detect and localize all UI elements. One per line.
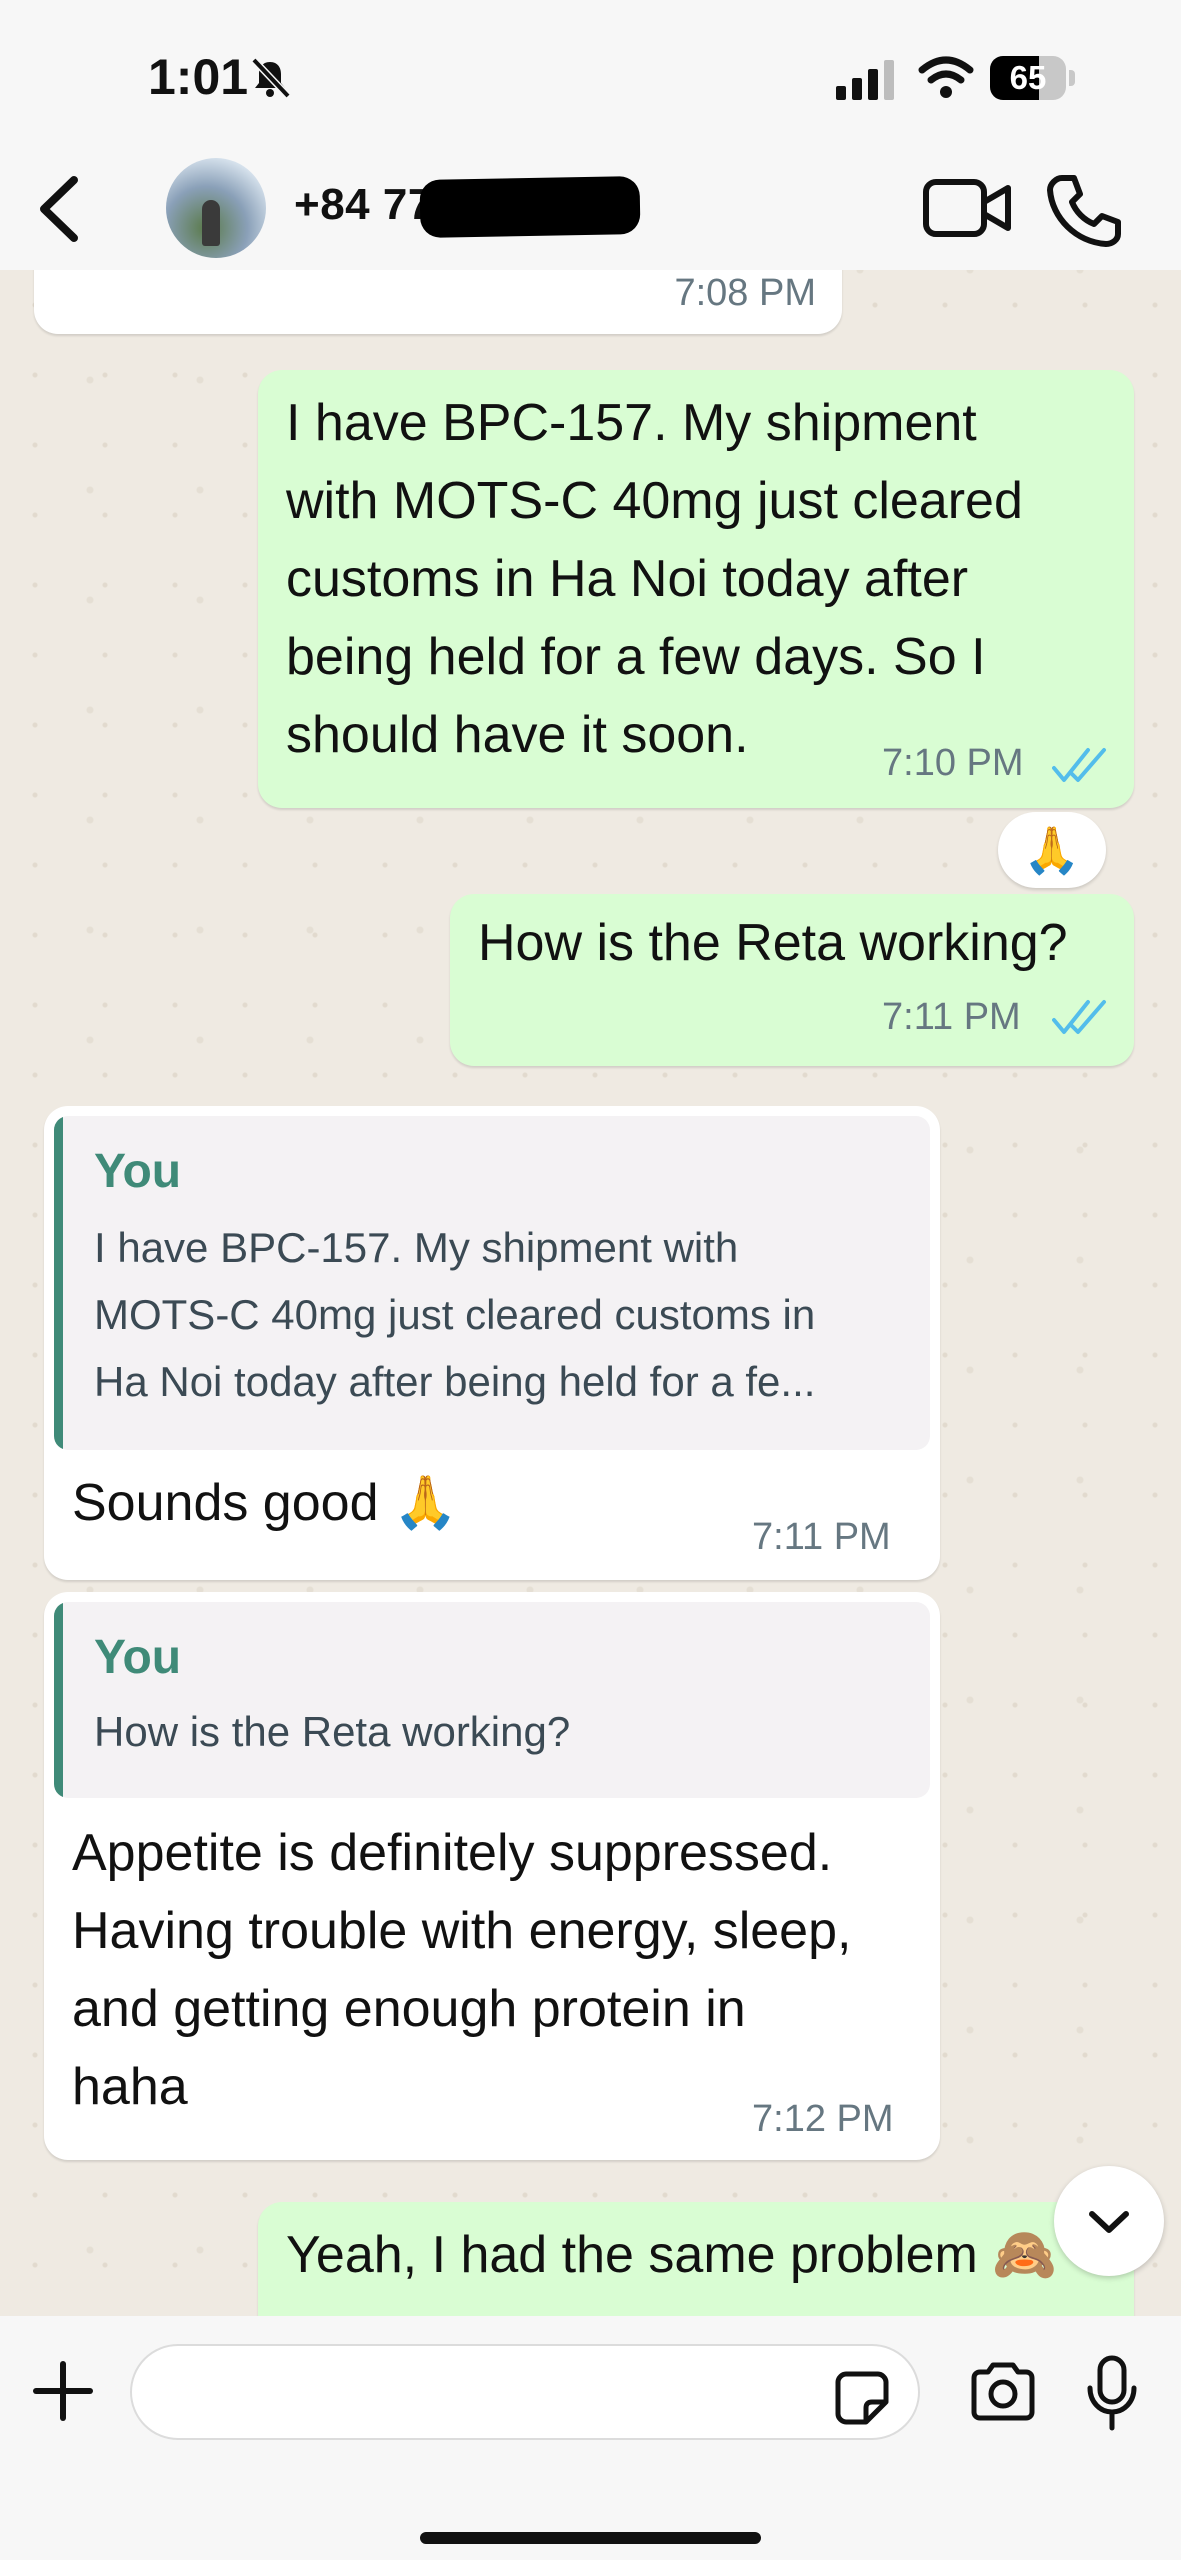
chat-area[interactable]: 7:08 PM I have BPC-157. My shipment with…: [0, 270, 1181, 2316]
quote-text: How is the Reta working?: [94, 1708, 571, 1755]
wifi-icon: [918, 56, 974, 105]
message-bubble-outgoing[interactable]: I have BPC-157. My shipment with MOTS-C …: [258, 370, 1134, 808]
message-bubble-incoming[interactable]: You I have BPC-157. My shipment with MOT…: [44, 1106, 940, 1580]
redaction-mark: [419, 176, 641, 238]
status-bar: 1:01 65: [0, 0, 1181, 150]
chevron-down-icon: [1089, 2211, 1129, 2233]
message-bubble-incoming[interactable]: 7:08 PM: [34, 270, 842, 334]
quote-text: I have BPC-157. My shipment with MOTS-C …: [94, 1224, 816, 1405]
chat-header: +84 77: [0, 150, 1181, 270]
message-text: I have BPC-157. My shipment with MOTS-C …: [286, 394, 1023, 764]
quote-author: You: [94, 1145, 182, 1198]
quote-accent-bar: [54, 1602, 63, 1798]
back-chevron-icon: [40, 176, 78, 242]
video-call-button[interactable]: [922, 176, 1014, 245]
read-ticks-icon: [1052, 748, 1106, 782]
home-indicator: [420, 2532, 761, 2544]
message-time: 7:12 PM: [752, 2098, 894, 2140]
message-text: How is the Reta working?: [478, 914, 1068, 972]
phone-icon: [1047, 175, 1121, 247]
message-input[interactable]: [130, 2344, 920, 2440]
status-time: 1:01: [148, 49, 249, 105]
message-time: 7:10 PM: [882, 742, 1024, 784]
plus-icon: [33, 2361, 93, 2421]
message-text: Appetite is definitely suppressed. Havin…: [72, 1824, 852, 2116]
battery-icon: 65: [990, 56, 1076, 100]
battery-level: 65: [1009, 59, 1047, 96]
message-bubble-outgoing[interactable]: How is the Reta working? 7:11 PM: [450, 894, 1134, 1066]
back-button[interactable]: [28, 174, 98, 244]
microphone-icon: [1087, 2355, 1137, 2431]
camera-button[interactable]: [968, 2362, 1038, 2427]
message-time: 7:11 PM: [752, 1516, 891, 1558]
scroll-to-bottom-button[interactable]: [1054, 2166, 1164, 2276]
camera-icon: [971, 2362, 1035, 2421]
quoted-message[interactable]: You How is the Reta working?: [54, 1602, 930, 1798]
contact-name[interactable]: +84 77: [294, 180, 433, 230]
attach-button[interactable]: [32, 2360, 94, 2427]
read-ticks-icon: [1052, 1000, 1106, 1034]
avatar[interactable]: [166, 158, 266, 258]
message-text: Sounds good 🙏: [72, 1474, 458, 1532]
quote-author: You: [94, 1631, 182, 1684]
message-time: 7:08 PM: [674, 272, 816, 314]
message-bubble-incoming[interactable]: You How is the Reta working? Appetite is…: [44, 1592, 940, 2160]
message-bubble-outgoing[interactable]: Yeah, I had the same problem 🙈: [258, 2202, 1134, 2316]
message-reaction[interactable]: 🙏: [998, 812, 1106, 888]
microphone-button[interactable]: [1084, 2354, 1140, 2439]
voice-call-button[interactable]: [1046, 172, 1122, 253]
sticker-icon: [835, 2371, 889, 2425]
bell-slash-icon: [248, 56, 292, 105]
message-text: Yeah, I had the same problem 🙈: [286, 2226, 1058, 2284]
sticker-button[interactable]: [834, 2370, 890, 2431]
signal-icon: [836, 60, 900, 105]
message-composer: [0, 2316, 1181, 2560]
video-call-icon: [923, 179, 1011, 237]
quote-accent-bar: [54, 1116, 63, 1450]
quoted-message[interactable]: You I have BPC-157. My shipment with MOT…: [54, 1116, 930, 1450]
message-time: 7:11 PM: [882, 996, 1021, 1038]
